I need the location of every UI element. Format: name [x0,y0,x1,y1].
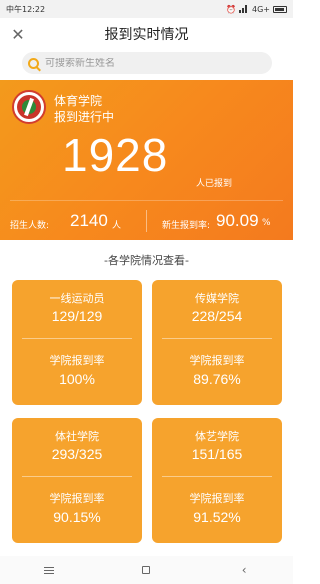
card-rate: 90.15% [53,509,101,525]
registration-rate-label: 新生报到率: [162,221,211,231]
alarm-icon: ⏰ [226,4,236,14]
summary-panel: 体育学院 报到进行中 1928 人已报到 招生人数: 2140 人 新生报到率:… [0,80,293,240]
search-bar[interactable] [22,52,272,74]
card-count: 151/165 [191,446,243,462]
status-bar: 中午12:22 ⏰ 4G+ [0,0,293,18]
status-time: 中午12:22 [6,4,46,14]
signal-icon [239,5,249,13]
registered-count: 1928 [62,129,169,181]
card-divider [162,338,272,339]
status-icons: ⏰ 4G+ [226,5,287,14]
nav-menu-button[interactable] [29,560,69,580]
network-label: 4G+ [252,4,270,14]
nav-home-button[interactable] [126,560,166,580]
system-nav-bar: ‹ [0,556,293,584]
registration-rate-value: 90.09 [216,211,259,230]
search-input[interactable] [45,57,245,69]
enrollment-value: 2140 [70,211,108,230]
card-rate-label: 学院报到率 [49,492,105,505]
close-icon: ✕ [11,24,25,44]
college-card[interactable]: 一线运动员 129/129 学院报到率 100% [12,280,142,405]
title-bar: ✕ 报到实时情况 [0,18,293,50]
home-icon [142,566,151,574]
college-name: 体育学院 [54,94,103,108]
card-count: 129/129 [51,308,103,324]
college-logo [12,90,46,124]
card-college-name: 体艺学院 [195,430,239,443]
menu-icon [43,566,54,574]
registration-status: 报到进行中 [54,110,115,124]
enrollment-unit: 人 [112,221,122,231]
card-rate-label: 学院报到率 [49,354,105,367]
stat-separator [146,210,147,232]
card-rate-label: 学院报到率 [189,492,245,505]
college-card[interactable]: 体艺学院 151/165 学院报到率 91.52% [152,418,282,543]
card-divider [22,476,132,477]
close-button[interactable]: ✕ [8,24,28,44]
card-count: 293/325 [51,446,103,462]
card-rate: 91.52% [193,509,241,525]
nav-back-button[interactable]: ‹ [224,560,264,580]
enrollment-label: 招生人数: [10,221,50,231]
page-title: 报到实时情况 [104,27,189,43]
card-college-name: 传媒学院 [195,292,239,305]
back-icon: ‹ [241,563,247,577]
card-rate: 89.76% [193,371,241,387]
card-college-name: 一线运动员 [49,292,105,305]
section-title: -各学院情况查看- [104,254,189,267]
registered-count-unit: 人已报到 [196,179,233,189]
hero-divider [10,200,283,201]
battery-icon [273,5,287,13]
card-rate: 100% [59,371,95,387]
card-count: 228/254 [191,308,243,324]
card-college-name: 体社学院 [55,430,99,443]
college-card[interactable]: 传媒学院 228/254 学院报到率 89.76% [152,280,282,405]
card-divider [22,338,132,339]
search-icon [28,57,39,69]
card-divider [162,476,272,477]
college-card[interactable]: 体社学院 293/325 学院报到率 90.15% [12,418,142,543]
registration-rate-unit: % [262,218,271,228]
card-rate-label: 学院报到率 [189,354,245,367]
